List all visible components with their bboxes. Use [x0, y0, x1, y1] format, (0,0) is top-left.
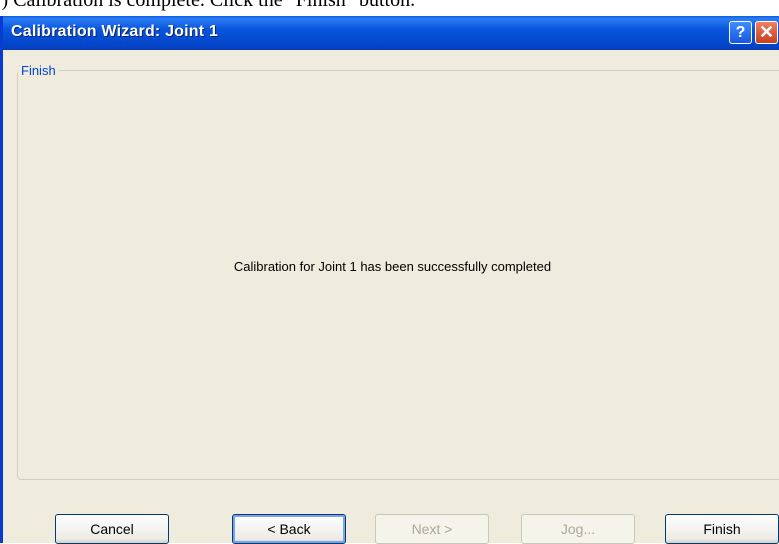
back-button[interactable]: < Back: [232, 514, 346, 544]
completion-message: Calibration for Joint 1 has been success…: [233, 259, 552, 274]
next-label: Next >: [411, 521, 453, 537]
help-icon: ?: [735, 23, 746, 41]
group-label: Finish: [18, 63, 59, 78]
cancel-label: Cancel: [90, 521, 134, 537]
jog-label: Jog...: [560, 521, 596, 537]
close-icon: ✕: [758, 22, 775, 42]
next-button[interactable]: Next >: [375, 514, 489, 544]
finish-label: Finish: [703, 521, 741, 537]
jog-button[interactable]: Jog...: [521, 514, 635, 544]
window-title: Calibration Wizard: Joint 1: [11, 23, 219, 40]
title-bar[interactable]: Calibration Wizard: Joint 1 ? ✕: [3, 16, 779, 50]
instruction-text: j) Calibration is complete. Click the "F…: [0, 0, 416, 11]
finish-groupbox: [17, 70, 779, 480]
help-button[interactable]: ?: [729, 21, 752, 44]
finish-button[interactable]: Finish: [665, 514, 779, 544]
wizard-client-area: Finish Calibration for Joint 1 has been …: [3, 50, 779, 544]
calibration-wizard-window: Calibration Wizard: Joint 1 ? ✕ Finish C…: [0, 16, 779, 544]
cancel-button[interactable]: Cancel: [55, 514, 169, 544]
back-label: < Back: [267, 521, 311, 537]
close-button[interactable]: ✕: [755, 21, 778, 44]
